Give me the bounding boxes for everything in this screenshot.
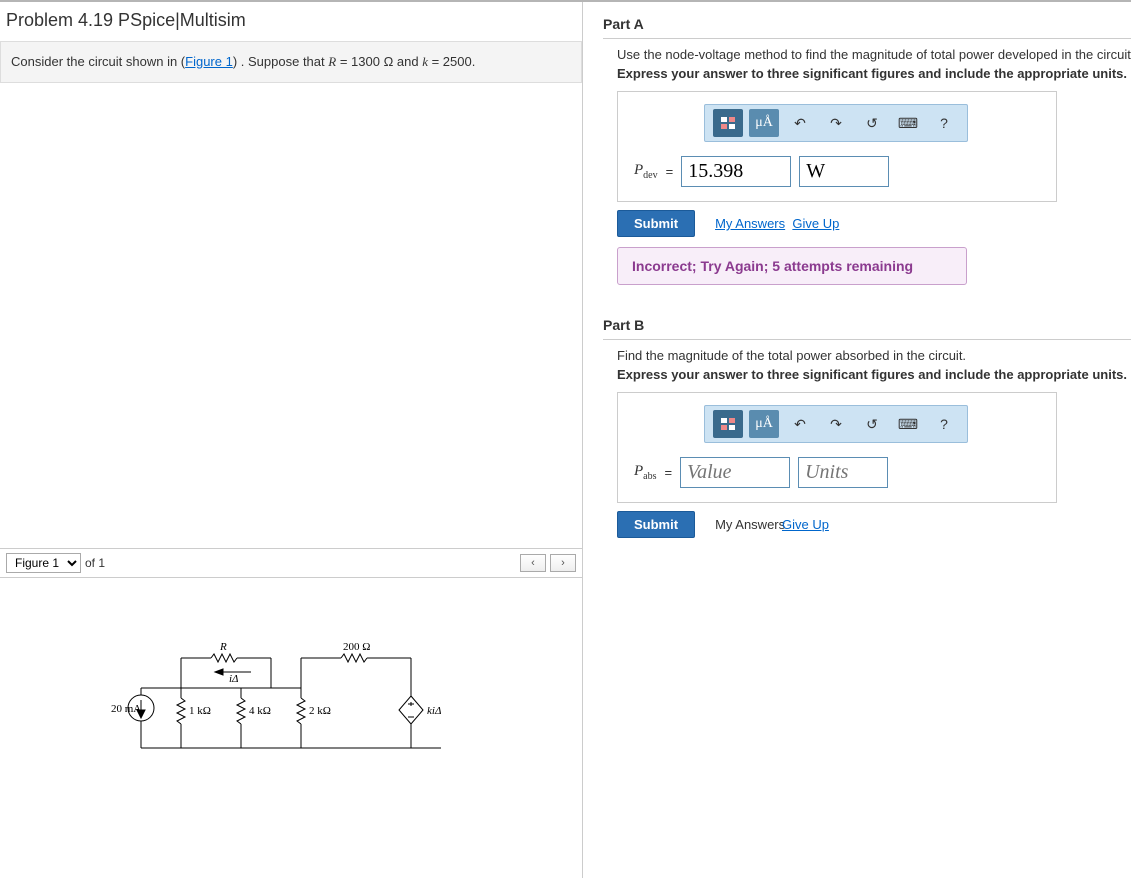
undo-icon[interactable]: ↶ [785, 109, 815, 137]
svg-text:R: R [219, 641, 227, 653]
keyboard-icon[interactable]: ⌨ [893, 410, 923, 438]
part-a-header: Part A [603, 12, 1131, 39]
part-b-give-up-link[interactable]: Give Up [782, 517, 829, 532]
part-b-units-input[interactable] [798, 457, 888, 488]
svg-text:kiΔ: kiΔ [427, 705, 441, 717]
svg-text:4 kΩ: 4 kΩ [249, 705, 271, 717]
help-icon[interactable]: ? [929, 410, 959, 438]
part-a-feedback: Incorrect; Try Again; 5 attempts remaini… [617, 247, 967, 285]
intro-text: Consider the circuit shown in ( [11, 54, 185, 69]
template-icon[interactable] [713, 410, 743, 438]
answer-toolbar-b: μÅ ↶ ↷ ↺ ⌨ ? [704, 405, 968, 443]
help-icon[interactable]: ? [929, 109, 959, 137]
redo-icon[interactable]: ↷ [821, 410, 851, 438]
part-a-submit-button[interactable]: Submit [617, 210, 695, 237]
part-b-my-answers-text: My Answers [715, 517, 785, 532]
units-button[interactable]: μÅ [749, 109, 779, 137]
part-b-submit-button[interactable]: Submit [617, 511, 695, 538]
part-b-instruction-bold: Express your answer to three significant… [617, 367, 1131, 382]
figure-toolbar: Figure 1 of 1 ‹ › [0, 548, 582, 578]
part-a-variable: Pdev [634, 162, 658, 181]
part-a-value-input[interactable] [681, 156, 791, 187]
figure-select[interactable]: Figure 1 [6, 553, 81, 573]
svg-text:20 mA: 20 mA [111, 703, 141, 715]
part-a-instruction-bold: Express your answer to three significant… [617, 66, 1131, 81]
svg-text:1 kΩ: 1 kΩ [189, 705, 211, 717]
undo-icon[interactable]: ↶ [785, 410, 815, 438]
template-icon[interactable] [713, 109, 743, 137]
part-b-variable: Pabs [634, 463, 657, 482]
svg-text:iΔ: iΔ [229, 673, 239, 685]
figure-link[interactable]: Figure 1 [185, 54, 233, 69]
part-a-give-up-link[interactable]: Give Up [792, 216, 839, 231]
answer-toolbar: μÅ ↶ ↷ ↺ ⌨ ? [704, 104, 968, 142]
reset-icon[interactable]: ↺ [857, 109, 887, 137]
problem-intro: Consider the circuit shown in (Figure 1)… [0, 41, 582, 83]
part-a-my-answers-link[interactable]: My Answers [715, 216, 785, 231]
part-a-instruction: Use the node-voltage method to find the … [617, 47, 1131, 62]
part-b-header: Part B [603, 313, 1131, 340]
problem-title: Problem 4.19 PSpice|Multisim [0, 2, 582, 41]
svg-text:2 kΩ: 2 kΩ [309, 705, 331, 717]
part-b-value-input[interactable] [680, 457, 790, 488]
part-a-units-input[interactable] [799, 156, 889, 187]
part-b-instruction: Find the magnitude of the total power ab… [617, 348, 1131, 363]
keyboard-icon[interactable]: ⌨ [893, 109, 923, 137]
units-button[interactable]: μÅ [749, 410, 779, 438]
figure-prev-button[interactable]: ‹ [520, 554, 546, 572]
part-a-answer-box: μÅ ↶ ↷ ↺ ⌨ ? Pdev = [617, 91, 1057, 202]
reset-icon[interactable]: ↺ [857, 410, 887, 438]
figure-next-button[interactable]: › [550, 554, 576, 572]
circuit-diagram: 20 mA R iΔ 1 kΩ 4 kΩ 2 kΩ 200 Ω kiΔ [111, 638, 471, 768]
part-b-answer-box: μÅ ↶ ↷ ↺ ⌨ ? Pabs = [617, 392, 1057, 503]
svg-text:200 Ω: 200 Ω [343, 641, 370, 653]
figure-count: of 1 [85, 556, 105, 570]
redo-icon[interactable]: ↷ [821, 109, 851, 137]
figure-panel: 20 mA R iΔ 1 kΩ 4 kΩ 2 kΩ 200 Ω kiΔ [0, 578, 582, 878]
